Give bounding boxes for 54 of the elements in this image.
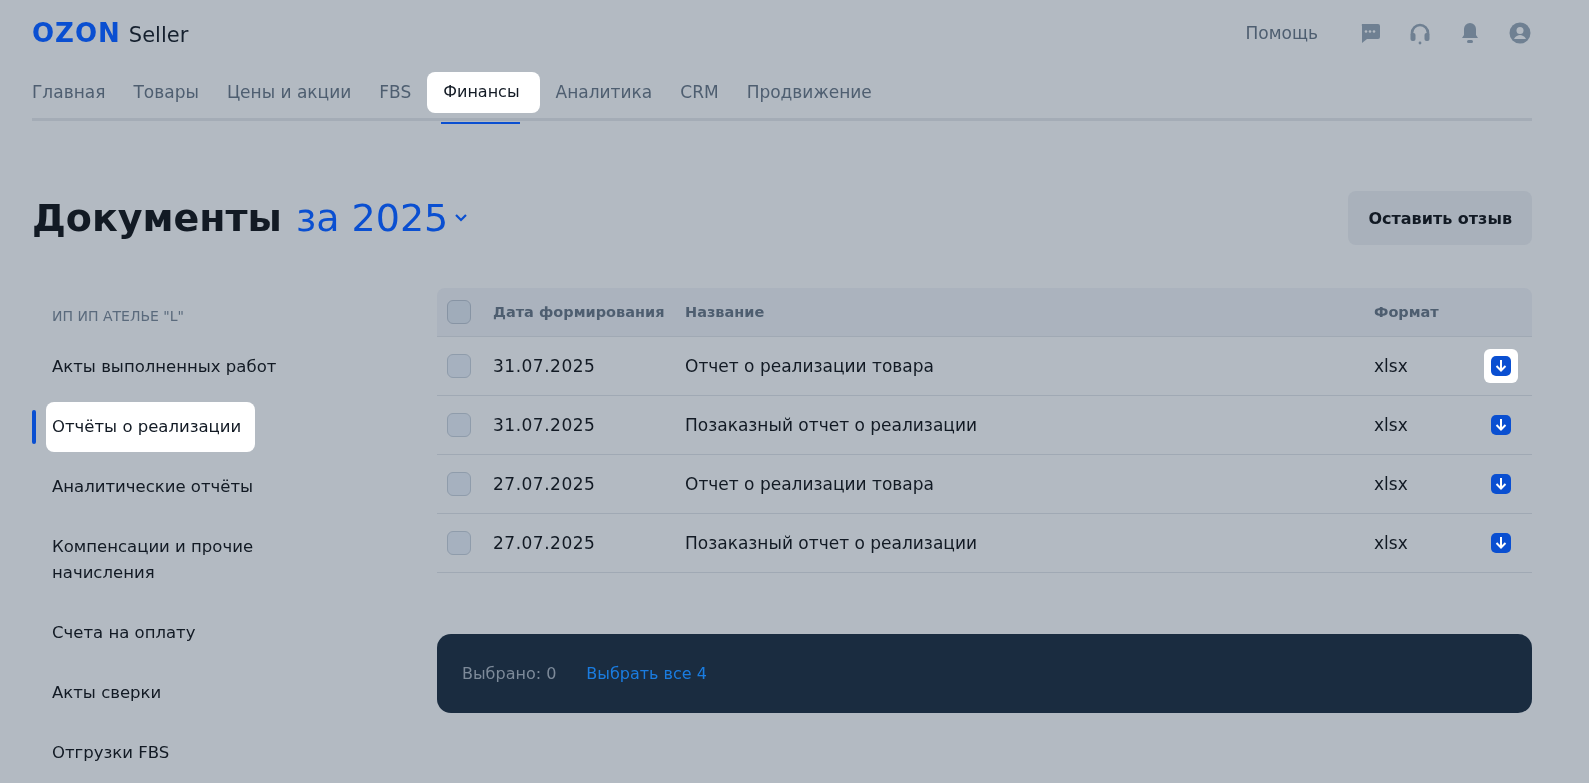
format-cell-text: xlsx	[1374, 533, 1409, 553]
sidebar-item[interactable]: Компенсации и прочие начисления	[46, 522, 302, 598]
nav-tab[interactable]: Продвижение	[734, 72, 884, 114]
download-icon	[1491, 356, 1511, 376]
sidebar-item[interactable]: Акты выполненных работ	[46, 342, 287, 392]
chevron-down-icon[interactable]	[454, 213, 469, 223]
selected-count: Выбрано: 0	[462, 664, 557, 683]
download-button[interactable]	[1484, 349, 1518, 383]
period-dropdown[interactable]: за 2025	[296, 196, 469, 240]
nav-tab[interactable]: Аналитика	[543, 72, 665, 114]
format-cell-text: xlsx	[1374, 474, 1409, 494]
ozon-logo[interactable]: OZON	[32, 18, 121, 48]
download-icon	[1491, 533, 1511, 553]
select-all-checkbox[interactable]	[447, 300, 471, 324]
column-header: Дата формирования	[493, 304, 666, 320]
nav-tab[interactable]: FBS	[367, 72, 424, 114]
help-link[interactable]: Помощь	[1245, 23, 1318, 43]
nav-tab[interactable]: CRM	[668, 72, 731, 114]
download-button[interactable]	[1488, 530, 1514, 556]
download-button[interactable]	[1488, 471, 1514, 497]
download-icon	[1491, 415, 1511, 435]
name-cell-text: Позаказный отчет о реализации	[685, 533, 978, 553]
column-header: Название	[685, 304, 766, 320]
format-cell-text: xlsx	[1374, 356, 1409, 376]
date-cell-text: 31.07.2025	[493, 356, 597, 376]
nav-tab[interactable]: Цены и акции	[214, 72, 364, 114]
row-checkbox[interactable]	[447, 472, 471, 496]
select-all-link[interactable]: Выбрать все 4	[586, 664, 707, 683]
nav-tab[interactable]: Главная	[32, 72, 118, 114]
download-icon	[1491, 474, 1511, 494]
name-cell-text: Отчет о реализации товара	[685, 474, 935, 494]
date-cell-text: 27.07.2025	[493, 474, 597, 494]
sidebar-item[interactable]: Аналитические отчёты	[46, 462, 264, 512]
sidebar-item[interactable]: Отгрузки FBS	[46, 728, 180, 778]
logo-suffix: Seller	[128, 23, 189, 47]
date-cell-text: 27.07.2025	[493, 533, 597, 553]
date-cell-text: 31.07.2025	[493, 415, 597, 435]
format-cell-text: xlsx	[1374, 415, 1409, 435]
sidebar-heading: ИП ИП АТЕЛЬЕ "L"	[52, 308, 185, 324]
column-header: Формат	[1374, 304, 1440, 320]
headset-icon[interactable]	[1408, 21, 1432, 45]
name-cell-text: Отчет о реализации товара	[685, 356, 935, 376]
sidebar-item[interactable]: Счета на оплату	[46, 608, 206, 658]
user-icon[interactable]	[1508, 21, 1532, 45]
row-checkbox[interactable]	[447, 413, 471, 437]
sidebar-item[interactable]: Акты сверки	[46, 668, 172, 718]
sidebar-item[interactable]: Отчёты о реализации	[46, 402, 256, 452]
feedback-button[interactable]: Оставить отзыв	[1348, 191, 1532, 245]
page-title: Документы	[32, 196, 282, 240]
name-cell-text: Позаказный отчет о реализации	[685, 415, 978, 435]
row-checkbox[interactable]	[447, 531, 471, 555]
nav-tab[interactable]: Товары	[121, 72, 211, 114]
download-button[interactable]	[1488, 412, 1514, 438]
row-checkbox[interactable]	[447, 354, 471, 378]
